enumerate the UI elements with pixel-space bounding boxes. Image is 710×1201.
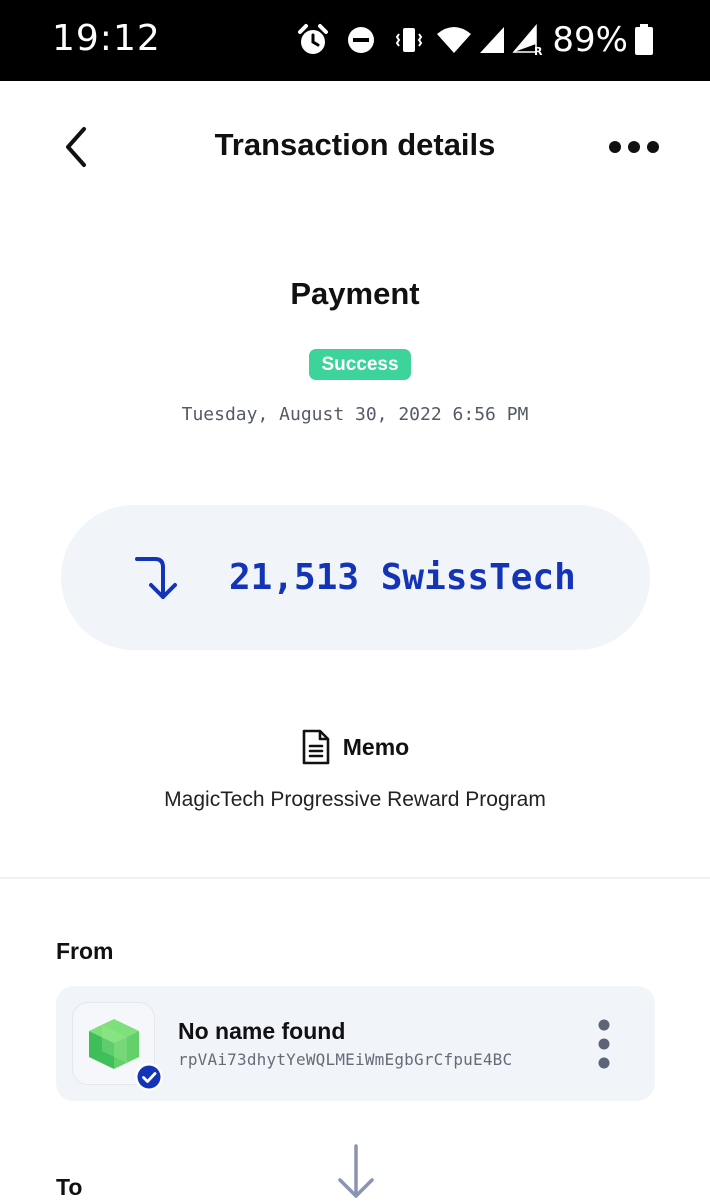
from-account-card[interactable]: No name found rpVAi73dhytYeWQLMEiWmEgbGr… xyxy=(56,986,655,1101)
memo-header: Memo xyxy=(0,728,710,768)
memo-text: MagicTech Progressive Reward Program xyxy=(164,788,546,811)
do-not-disturb-icon xyxy=(348,27,375,53)
signal-icon xyxy=(480,27,505,53)
battery-icon xyxy=(635,24,653,55)
from-label: From xyxy=(56,938,114,964)
alarm-icon xyxy=(298,24,329,54)
amount-panel: 21,513 SwissTech xyxy=(61,505,650,650)
arrow-down-icon xyxy=(338,1144,374,1198)
app-header: Transaction details xyxy=(0,81,710,211)
transaction-date: Tuesday, August 30, 2022 6:56 PM xyxy=(181,404,529,425)
memo-label: Memo xyxy=(342,733,410,760)
transaction-type: Payment xyxy=(290,276,420,311)
to-label: To xyxy=(56,1174,83,1200)
svg-text:R: R xyxy=(534,45,543,56)
signal-roaming-icon: R xyxy=(512,24,543,56)
more-vertical-icon xyxy=(598,1019,610,1069)
status-bar: 19:12 R 89% xyxy=(0,0,710,81)
page-title: Transaction details xyxy=(214,127,496,162)
status-badge: Success xyxy=(309,349,411,380)
verified-check-icon xyxy=(135,1063,163,1091)
transaction-amount: 21,513 SwissTech xyxy=(229,557,576,598)
status-icons: R 89% xyxy=(296,20,654,60)
account-menu-button[interactable] xyxy=(597,1018,611,1070)
section-divider xyxy=(0,877,710,879)
account-name: No name found xyxy=(178,1018,346,1044)
status-time: 19:12 xyxy=(52,18,161,59)
account-address: rpVAi73dhytYeWQLMEiWmEgbGrCfpuE4BC xyxy=(178,1050,513,1069)
incoming-arrow-icon xyxy=(135,557,177,599)
more-horizontal-icon xyxy=(609,141,659,153)
document-icon xyxy=(302,729,330,765)
more-options-button[interactable] xyxy=(606,137,662,157)
battery-percent: 89% xyxy=(552,20,628,60)
vibrate-icon xyxy=(396,28,423,52)
wifi-icon xyxy=(437,27,472,53)
